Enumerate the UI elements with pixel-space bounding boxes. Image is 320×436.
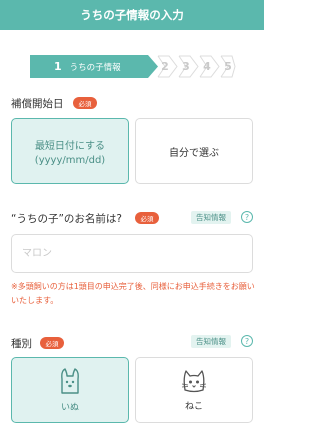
- page-title: うちの子情報の入力: [80, 8, 184, 22]
- required-badge: 必須: [73, 97, 97, 109]
- cat-option[interactable]: ねこ: [135, 357, 253, 423]
- choose-date-label: 自分で選ぶ: [169, 147, 219, 159]
- dog-option[interactable]: いぬ: [11, 357, 129, 423]
- dog-icon: [57, 367, 83, 398]
- cat-icon: [180, 368, 208, 397]
- page-header: うちの子情報の入力: [0, 0, 264, 30]
- disclosure-info-tag: 告知情報: [191, 211, 231, 224]
- earliest-date-label: 最短日付にする: [34, 140, 106, 152]
- disclosure-info-tag: 告知情報: [191, 335, 231, 348]
- pet-name-input[interactable]: [11, 234, 253, 273]
- step-4-number: 4: [203, 60, 211, 73]
- date-format-hint: (yyyy/mm/dd): [34, 154, 106, 166]
- step-3-number: 3: [182, 60, 190, 73]
- required-badge: 必須: [135, 212, 159, 224]
- earliest-date-option[interactable]: 最短日付にする (yyyy/mm/dd): [11, 118, 129, 184]
- multi-pet-note: ※多頭飼いの方は1頭目の申込完了後、同様にお申込手続きをお願いいたします。: [11, 282, 255, 305]
- required-badge: 必須: [40, 337, 64, 349]
- step-2-number: 2: [161, 60, 169, 73]
- help-icon[interactable]: ?: [241, 211, 253, 223]
- step-progress: 1 うちの子情報 2 3 4 5: [30, 55, 236, 78]
- step-1-active: 1 うちの子情報: [30, 55, 158, 78]
- pet-name-label: “うちの子”のお名前は?: [11, 213, 122, 225]
- cat-label: ねこ: [184, 402, 203, 412]
- step-5-number: 5: [224, 60, 232, 73]
- step-number: 1: [54, 60, 62, 73]
- species-label: 種別: [11, 338, 32, 350]
- step-5: 5: [215, 55, 241, 78]
- start-date-label: 補償開始日: [11, 98, 64, 110]
- dog-label: いぬ: [60, 403, 79, 413]
- choose-date-option[interactable]: 自分で選ぶ: [135, 118, 253, 184]
- step-label: うちの子情報: [69, 62, 121, 73]
- help-icon[interactable]: ?: [241, 335, 253, 347]
